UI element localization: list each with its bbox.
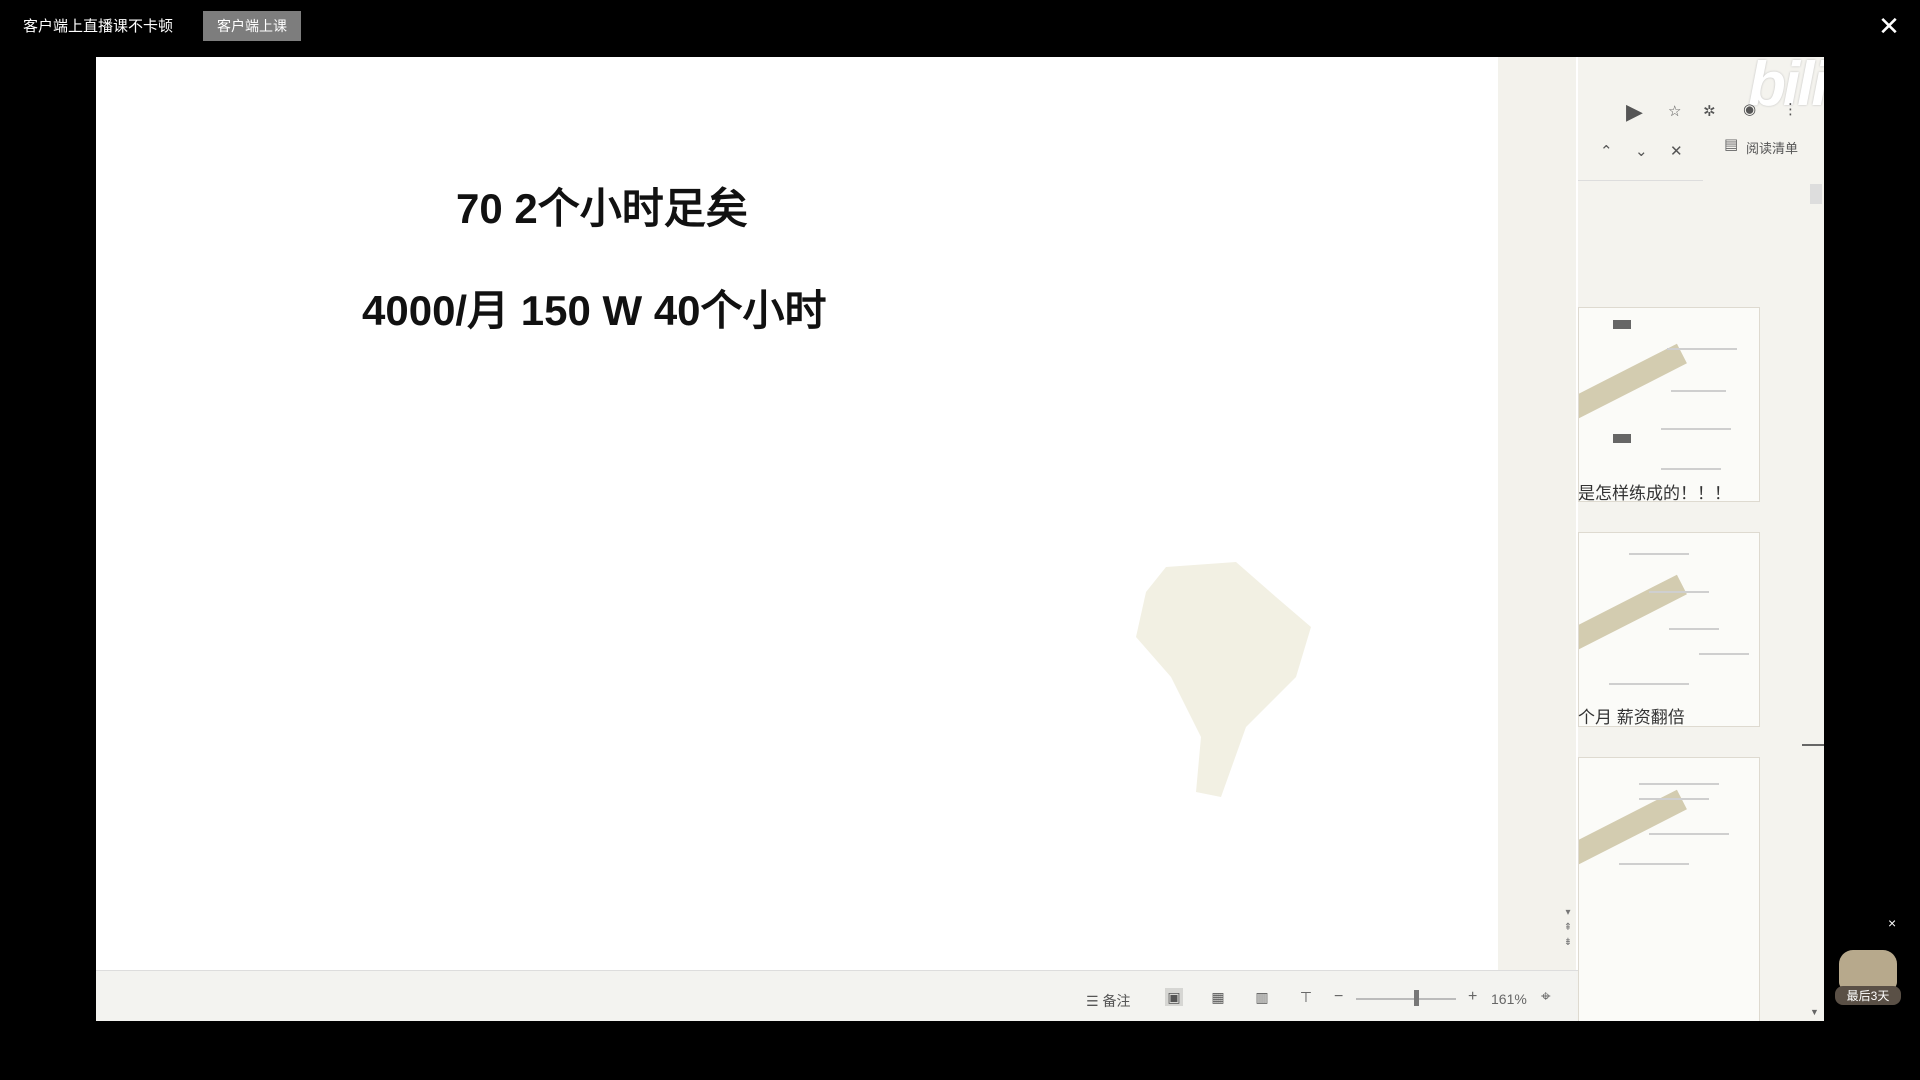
article-thumbnail[interactable] [1578,757,1760,1021]
promo-badge-label: 最后3天 [1835,986,1901,1005]
top-bar: 客户端上直播课不卡顿 客户端上课 ✕ [0,0,1920,56]
scroll-down-icon[interactable]: ▼ [1810,1007,1819,1017]
normal-view-icon[interactable]: ▣ [1165,988,1183,1006]
slide-text-line-2: 4000/月 150 W 40个小时 [362,287,827,334]
notes-label: 备注 [1102,993,1131,1009]
panel-scrollbar[interactable] [1810,184,1822,204]
map-watermark [1136,562,1311,797]
article-caption[interactable]: 是怎样练成的！！！ [1578,479,1731,504]
zoom-slider-thumb[interactable] [1414,990,1419,1006]
profile-icon[interactable]: ◉ [1743,100,1756,118]
star-icon[interactable]: ☆ [1668,102,1681,120]
article-caption[interactable]: 个月 薪资翻倍 [1578,703,1685,728]
slide-sorter-icon[interactable]: ▦ [1209,988,1227,1006]
right-panel: bilibili ▶ ☆ ✲ ◉ ⋮ ⌃ ⌄ ✕ ▤ 阅读清单 是怎样练成的！！… [1578,57,1824,1021]
status-bar: ☰ 备注 ▣ ▦ ▥ ⊤ − + 161% ⌖ [96,970,1578,1021]
panel-marker [1802,744,1824,746]
slideshow-icon[interactable]: ⊤ [1297,988,1315,1006]
slide-edge [1498,57,1576,970]
zoom-level: 161% [1491,991,1527,1007]
reading-view-icon[interactable]: ▥ [1253,988,1271,1006]
zoom-in-button[interactable]: + [1468,988,1477,1006]
chevron-up-icon[interactable]: ⌃ [1600,142,1613,160]
scroll-arrows[interactable]: ▾ ⇞ ⇟ [1561,905,1575,950]
client-hint-text: 客户端上直播课不卡顿 [23,18,174,35]
chevron-down-icon[interactable]: ⌄ [1635,142,1648,160]
client-class-button[interactable]: 客户端上课 [203,11,301,41]
fit-window-icon[interactable]: ⌖ [1541,987,1551,1007]
panel-divider [1578,180,1703,181]
slide-text-line-1: 70 2个小时足矣 [456,185,748,232]
close-find-icon[interactable]: ✕ [1670,142,1683,160]
favorites-icon[interactable]: ✲ [1703,102,1716,120]
promo-badge[interactable]: 最后3天 [1835,932,1901,1005]
reading-list-label[interactable]: 阅读清单 [1746,138,1798,157]
notes-button[interactable]: ☰ 备注 [1086,991,1130,1011]
article-thumbnail[interactable] [1578,532,1760,727]
video-frame[interactable]: 70 2个小时足矣 4000/月 150 W 40个小时 ▾ ⇞ ⇟ ☰ 备注 ▣ … [96,57,1824,1021]
more-icon[interactable]: ⋮ [1783,100,1798,118]
zoom-out-button[interactable]: − [1334,988,1343,1006]
play-icon[interactable]: ▶ [1626,99,1643,125]
presentation-slide: 70 2个小时足矣 4000/月 150 W 40个小时 ▾ ⇞ ⇟ [96,57,1578,970]
zoom-slider-track[interactable] [1356,998,1456,1000]
article-thumbnail[interactable] [1578,307,1760,502]
mascot-icon [1839,950,1897,990]
close-icon[interactable]: ✕ [1874,11,1904,41]
reading-list-icon: ▤ [1724,136,1739,153]
badge-close-icon[interactable]: × [1888,915,1896,931]
